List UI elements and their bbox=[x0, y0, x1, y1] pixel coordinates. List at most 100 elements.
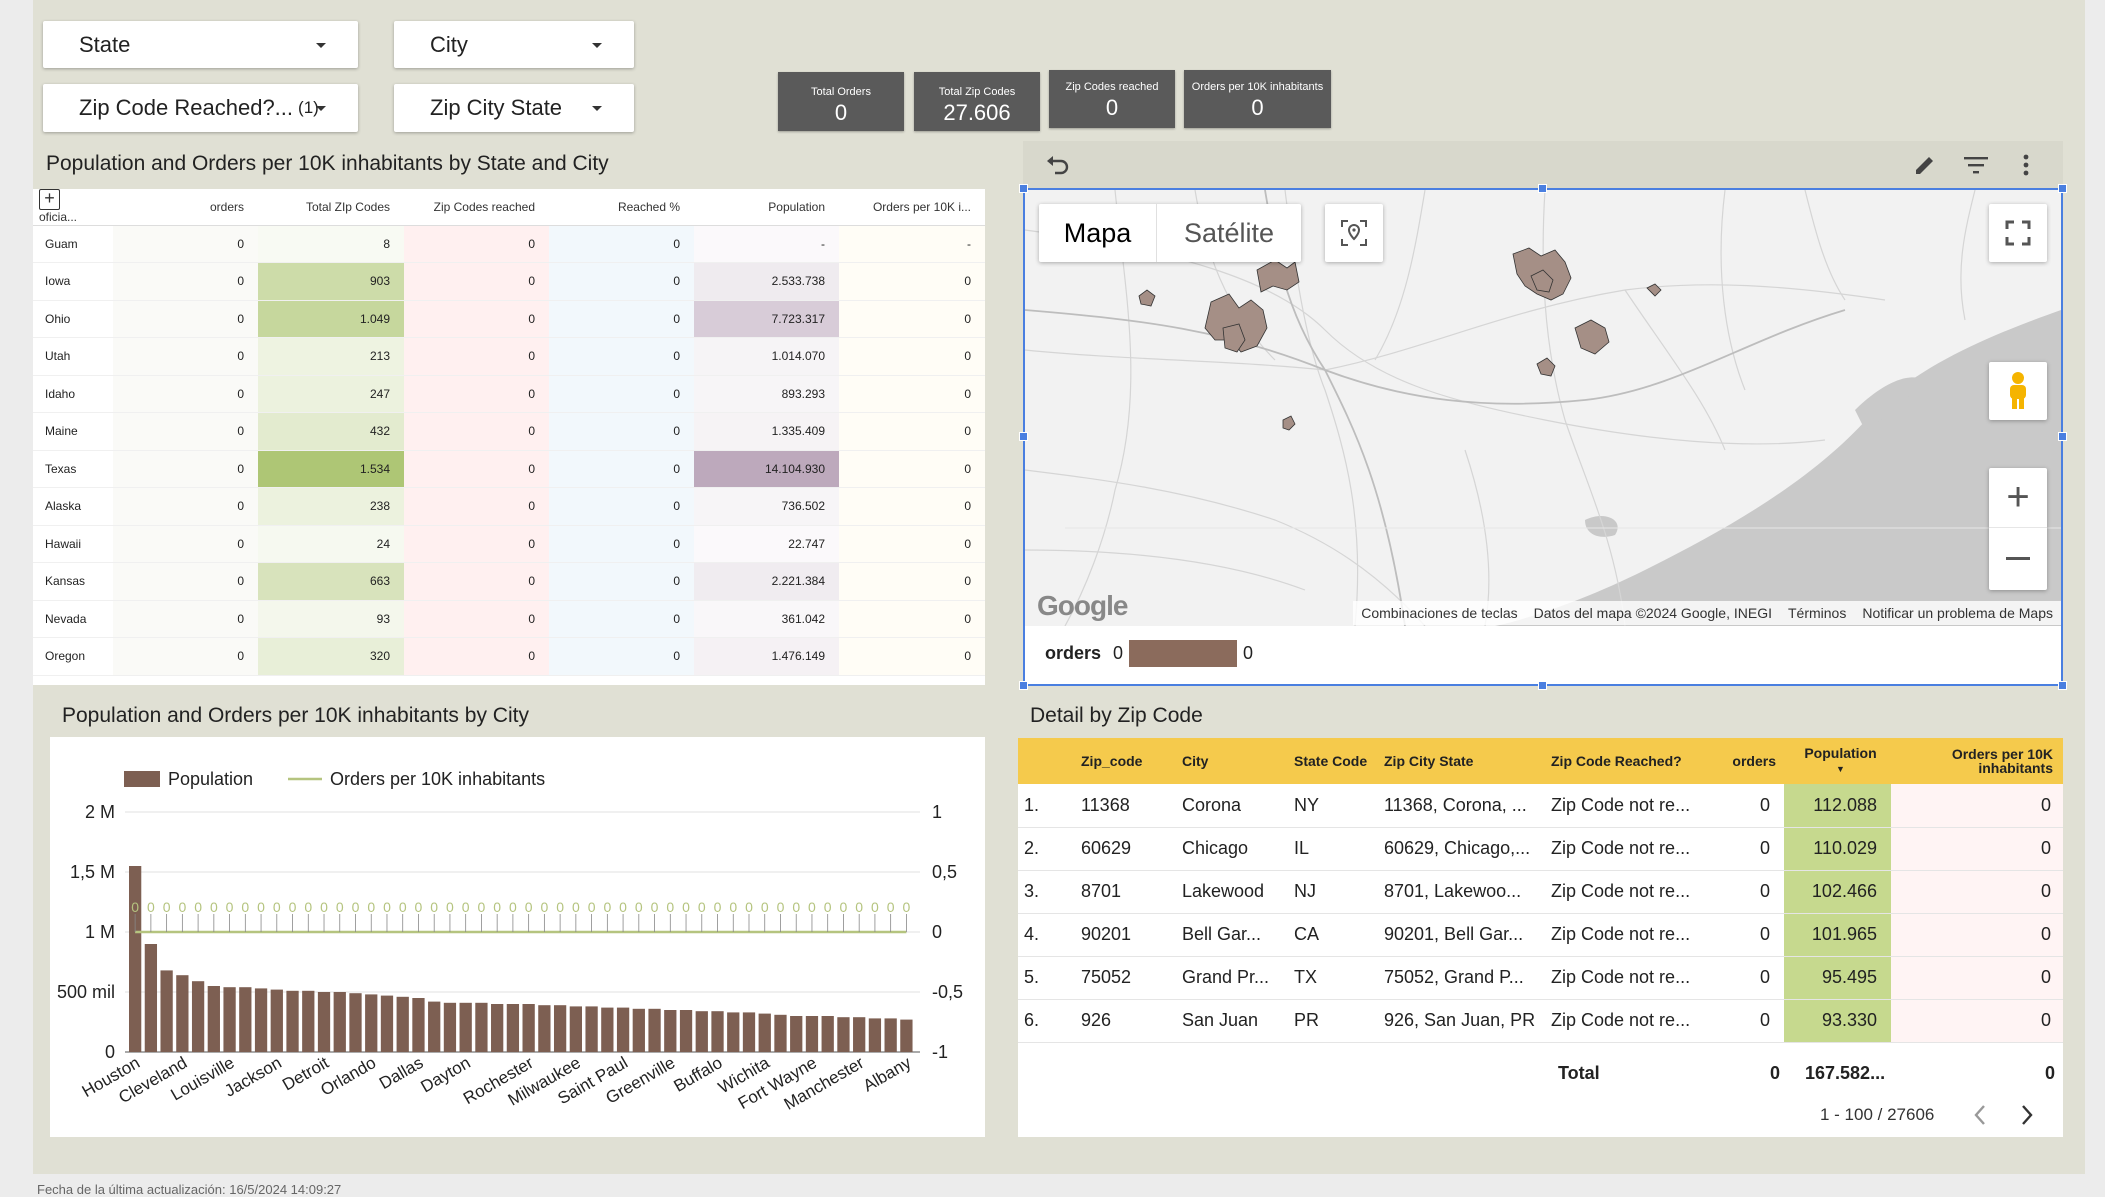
map-tab-satellite[interactable]: Satélite bbox=[1157, 204, 1301, 262]
column-header[interactable]: City bbox=[1176, 738, 1288, 784]
report-problem-link[interactable]: Notificar un problema de Maps bbox=[1854, 605, 2061, 621]
street-view-button[interactable] bbox=[1989, 362, 2047, 420]
zip-reached-filter[interactable]: Zip Code Reached?... (1) bbox=[43, 84, 358, 132]
column-header-sorted[interactable]: Population ▼ bbox=[1784, 738, 1891, 784]
resize-handle[interactable] bbox=[1019, 432, 1028, 441]
map-frame: Mapa Satélite + Google Combinaciones de … bbox=[1023, 188, 2063, 686]
data-label: 0 bbox=[871, 899, 879, 915]
table-row[interactable]: 2. 60629 Chicago IL 60629, Chicago,... Zip Co… bbox=[1018, 827, 2063, 871]
table-row[interactable]: 4. 90201 Bell Gar... CA 90201, Bell Gar... Zi… bbox=[1018, 913, 2063, 957]
filter-icon[interactable] bbox=[1963, 155, 1989, 175]
column-header[interactable]: Zip_code bbox=[1075, 738, 1176, 784]
resize-handle[interactable] bbox=[2058, 184, 2067, 193]
resize-handle[interactable] bbox=[1019, 184, 1028, 193]
kpi-value: 0 bbox=[834, 100, 848, 125]
location-icon bbox=[1341, 220, 1367, 246]
data-label: 0 bbox=[540, 899, 548, 915]
table-row[interactable]: Nevada 0 93 0 0 361.042 0 bbox=[33, 600, 985, 638]
cell-pct: 0 bbox=[549, 412, 694, 451]
table-row[interactable]: Utah 0 213 0 0 1.014.070 0 bbox=[33, 337, 985, 376]
column-header[interactable]: State Code bbox=[1288, 738, 1378, 784]
zip-city-state-filter-label: Zip City State bbox=[430, 95, 563, 120]
table-row[interactable]: Idaho 0 247 0 0 893.293 0 bbox=[33, 375, 985, 413]
terms-link[interactable]: Términos bbox=[1780, 605, 1854, 621]
cell-pct: 0 bbox=[549, 225, 694, 263]
pencil-icon[interactable] bbox=[1913, 153, 1937, 177]
map-canvas[interactable]: Mapa Satélite + Google Combinaciones de … bbox=[1025, 190, 2061, 626]
cell-orders: 0 bbox=[1708, 913, 1784, 957]
resize-handle[interactable] bbox=[2058, 432, 2067, 441]
table-row[interactable]: Iowa 0 903 0 0 2.533.738 0 bbox=[33, 262, 985, 301]
state-filter[interactable]: State bbox=[43, 21, 358, 68]
population-bar bbox=[868, 1018, 882, 1052]
cell-pop: 93.330 bbox=[1784, 999, 1891, 1043]
data-label: 0 bbox=[635, 899, 643, 915]
column-header[interactable]: Total ZIp Codes bbox=[258, 189, 404, 226]
table-row[interactable]: Texas 0 1.534 0 0 14.104.930 0 bbox=[33, 450, 985, 488]
legend-swatch-population bbox=[124, 771, 160, 787]
population-bar bbox=[679, 1010, 693, 1052]
locate-button[interactable] bbox=[1325, 204, 1383, 262]
data-label: 0 bbox=[415, 899, 423, 915]
column-header[interactable]: +oficia... bbox=[33, 189, 113, 226]
chevron-down-icon bbox=[316, 42, 326, 48]
population-bar bbox=[900, 1019, 913, 1052]
cell-per10k: 0 bbox=[839, 637, 985, 676]
table-row[interactable]: Maine 0 432 0 0 1.335.409 0 bbox=[33, 412, 985, 451]
legend-label-population: Population bbox=[168, 769, 253, 789]
cell-orders: 0 bbox=[1708, 956, 1784, 1000]
column-header[interactable]: Zip Codes reached bbox=[404, 189, 549, 226]
zoom-out-button[interactable] bbox=[1989, 528, 2047, 588]
resize-handle[interactable] bbox=[2058, 681, 2067, 690]
table-row[interactable]: 5. 75052 Grand Pr... TX 75052, Grand P... Zip… bbox=[1018, 956, 2063, 1000]
column-header[interactable]: Orders per 10K i... bbox=[839, 189, 985, 226]
kpi-total-zip-codes: Total Zip Codes 27.606 bbox=[914, 72, 1040, 131]
table-row[interactable]: Alaska 0 238 0 0 736.502 0 bbox=[33, 487, 985, 526]
population-bar bbox=[475, 1002, 488, 1052]
expand-plus-icon[interactable]: + bbox=[39, 189, 60, 211]
column-header[interactable]: Zip Code Reached? bbox=[1545, 738, 1708, 784]
column-header[interactable]: Population bbox=[694, 189, 839, 226]
column-header[interactable]: Zip City State bbox=[1378, 738, 1545, 784]
population-bar bbox=[601, 1007, 614, 1052]
resize-handle[interactable] bbox=[1538, 681, 1547, 690]
cell-per10k: 0 bbox=[839, 412, 985, 451]
zoom-in-button[interactable]: + bbox=[1989, 468, 2047, 528]
data-label: 0 bbox=[824, 899, 832, 915]
column-header[interactable]: Orders per 10K inhabitants bbox=[1891, 738, 2063, 784]
map-toolbar bbox=[1023, 141, 2063, 188]
table-row[interactable]: Oregon 0 320 0 0 1.476.149 0 bbox=[33, 637, 985, 676]
table-row[interactable]: 1. 11368 Corona NY 11368, Corona, ... Zip Cod… bbox=[1018, 784, 2063, 828]
table-row[interactable]: 6. 926 San Juan PR 926, San Juan, PR Zip Code… bbox=[1018, 999, 2063, 1043]
column-header[interactable]: Reached % bbox=[549, 189, 694, 226]
cell-orders: 0 bbox=[1708, 999, 1784, 1043]
data-label: 0 bbox=[714, 899, 722, 915]
population-bar bbox=[695, 1011, 708, 1052]
population-bar bbox=[853, 1017, 866, 1052]
keyboard-shortcuts-link[interactable]: Combinaciones de teclas bbox=[1353, 605, 1525, 621]
table-row[interactable]: Hawaii 0 24 0 0 22.747 0 bbox=[33, 525, 985, 563]
population-bar bbox=[538, 1005, 551, 1052]
data-label: 0 bbox=[588, 899, 596, 915]
chevron-right-icon[interactable] bbox=[2020, 1104, 2034, 1126]
column-header[interactable]: orders bbox=[1708, 738, 1784, 784]
city-filter[interactable]: City bbox=[394, 21, 634, 68]
fullscreen-button[interactable] bbox=[1989, 204, 2047, 262]
cell-zips: 238 bbox=[258, 487, 404, 526]
cell-name: Utah bbox=[33, 337, 113, 376]
table-row[interactable]: Kansas 0 663 0 0 2.221.384 0 bbox=[33, 562, 985, 601]
resize-handle[interactable] bbox=[1019, 681, 1028, 690]
chevron-left-icon[interactable] bbox=[1973, 1104, 1987, 1126]
table-row[interactable]: Guam 0 8 0 0- - bbox=[33, 225, 985, 263]
table-row[interactable]: Ohio 0 1.049 0 0 7.723.317 0 bbox=[33, 300, 985, 338]
cell-per10k: 0 bbox=[839, 300, 985, 338]
map-tab-mapa[interactable]: Mapa bbox=[1039, 204, 1157, 262]
zip-city-state-filter[interactable]: Zip City State bbox=[394, 84, 634, 132]
table-row[interactable]: 3. 8701 Lakewood NJ 8701, Lakewoo... Zip Code… bbox=[1018, 870, 2063, 914]
cell-pct: 0 bbox=[549, 562, 694, 601]
column-header[interactable]: orders bbox=[113, 189, 258, 226]
resize-handle[interactable] bbox=[1538, 184, 1547, 193]
undo-icon[interactable] bbox=[1045, 153, 1071, 175]
population-bar bbox=[160, 970, 173, 1052]
more-vert-icon[interactable] bbox=[2023, 153, 2029, 177]
